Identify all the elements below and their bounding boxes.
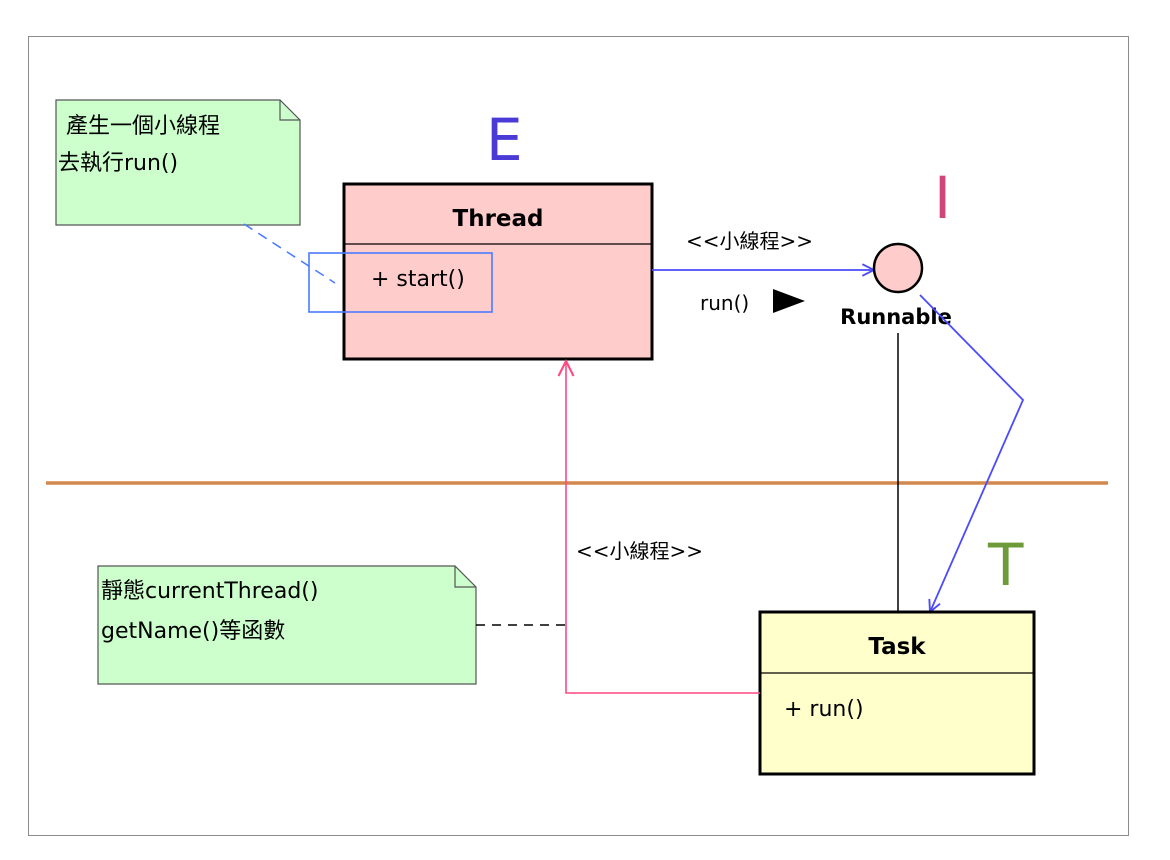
edge-task-to-thread (566, 361, 760, 694)
run-direction-icon (773, 289, 805, 313)
uml-diagram: E I T 產生一個小線程 去執行run() Thread + start() … (46, 99, 1108, 776)
class-task-name: Task (868, 634, 926, 660)
class-thread[interactable]: Thread + start() (342, 182, 654, 361)
note-bottom: 靜態currentThread() getName()等函數 (97, 565, 477, 685)
letter-t: T (987, 531, 1024, 599)
interface-runnable[interactable]: Runnable (840, 242, 952, 329)
letter-e: E (486, 106, 523, 174)
note-top-line1: 產生一個小線程 (66, 114, 220, 139)
interface-runnable-name: Runnable (840, 305, 952, 329)
note-bottom-line1: 靜態currentThread() (101, 579, 318, 604)
note-bottom-line2: getName()等函數 (101, 619, 285, 644)
edge-thread-to-runnable-label: <<小線程>> (686, 229, 813, 253)
edge-task-to-thread-label: <<小線程>> (576, 539, 703, 563)
class-task[interactable]: Task + run() (758, 610, 1036, 776)
edge-run-label: run() (700, 291, 749, 315)
note-top: 產生一個小線程 去執行run() (55, 99, 301, 226)
note-top-line2: 去執行run() (58, 151, 178, 176)
class-task-member-run: + run() (784, 697, 864, 722)
class-thread-name: Thread (453, 206, 544, 232)
class-thread-member-start: + start() (371, 267, 465, 292)
letter-i: I (934, 164, 951, 232)
